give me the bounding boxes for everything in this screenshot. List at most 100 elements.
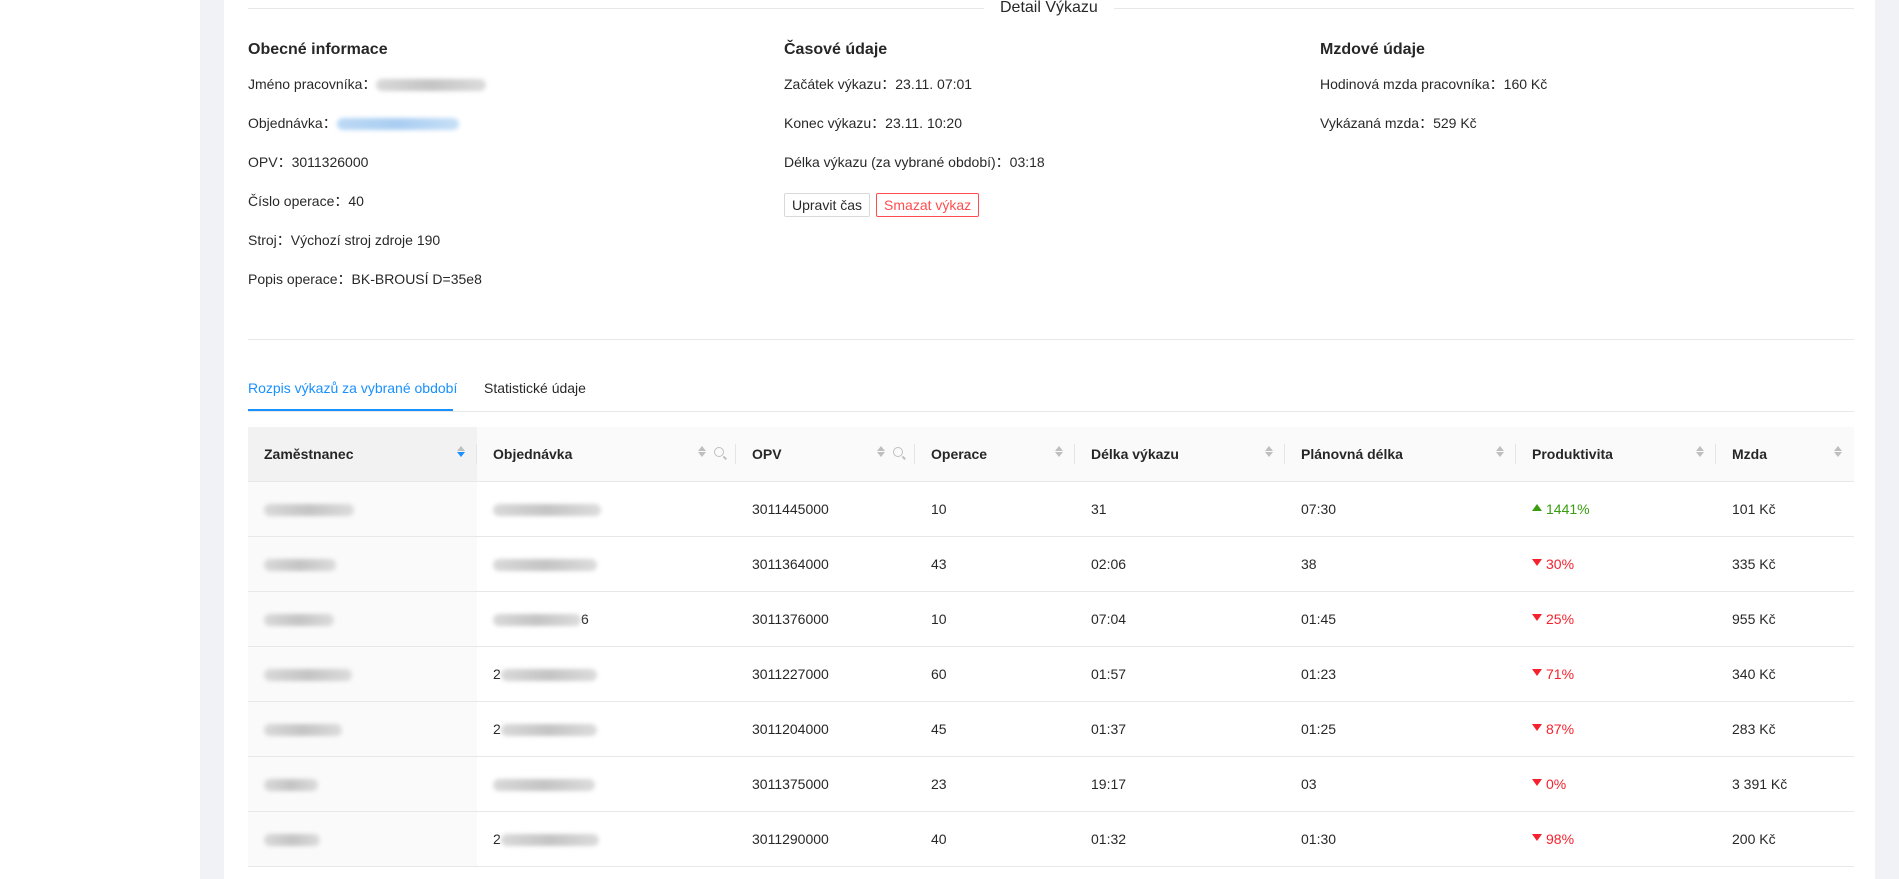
report-duration-field: Délka výkazu (za vybrané období)：03:18 (784, 152, 1320, 191)
operation-value: 43 (931, 555, 947, 572)
wage-value: 3 391 Kč (1732, 775, 1788, 792)
duration-value: 01:37 (1091, 720, 1127, 737)
sort-icon[interactable] (1265, 446, 1273, 457)
operation-description-label: Popis operace： (248, 271, 352, 287)
productivity-indicator: 87% (1532, 721, 1574, 737)
time-actions: Upravit čas Smazat výkaz (784, 193, 1320, 217)
column-label: Zaměstnanec (264, 445, 354, 462)
right-gutter (1875, 0, 1899, 879)
wage-value: 283 Kč (1732, 720, 1776, 737)
column-header-order[interactable]: Objednávka (477, 427, 736, 482)
general-info-heading: Obecné informace (248, 41, 388, 58)
edit-time-button[interactable]: Upravit čas (784, 193, 871, 217)
order-field: Objednávka： (248, 113, 784, 152)
table-row[interactable]: 6 3011376000 10 07:04 01:45 25% 955 Kč (248, 591, 1854, 647)
wage-value: 955 Kč (1732, 610, 1776, 627)
detail-title: Detail Výkazu (984, 0, 1114, 17)
productivity-cell: 71% (1516, 646, 1716, 702)
reported-wage-field: Vykázaná mzda：529 Kč (1320, 113, 1856, 152)
employee-name-redacted (264, 778, 318, 791)
column-header-opv[interactable]: OPV (736, 427, 915, 482)
worker-name-label: Jméno pracovníka： (248, 76, 377, 92)
order-link-redacted[interactable] (336, 118, 459, 131)
column-label: Mzda (1732, 445, 1767, 462)
order-number-blur (493, 503, 601, 516)
table-row[interactable]: 3011375000 23 19:17 03 0% 3 391 Kč (248, 756, 1854, 812)
column-header-productivity[interactable]: Produktivita (1516, 427, 1716, 482)
order-cell: 2 (477, 646, 736, 702)
table-row[interactable]: 2 3011204000 45 01:37 01:25 87% 283 Kč (248, 701, 1854, 757)
sort-icon[interactable] (1496, 446, 1504, 457)
productivity-value: 1441% (1546, 500, 1590, 517)
search-icon[interactable] (893, 446, 903, 457)
delete-report-button[interactable]: Smazat výkaz (876, 193, 980, 217)
column-header-employee[interactable]: Zaměstnanec (248, 427, 477, 482)
column-header-planned-duration[interactable]: Plánovná délka (1285, 427, 1516, 482)
caret-down-icon (1532, 724, 1542, 732)
caret-down-icon (1532, 669, 1542, 677)
operation-value: 10 (931, 610, 947, 627)
duration-cell: 01:32 (1075, 811, 1285, 867)
operation-cell: 60 (915, 646, 1075, 702)
planned-duration-cell: 38 (1285, 536, 1516, 592)
column-header-duration[interactable]: Délka výkazu (1075, 427, 1285, 482)
sort-icon[interactable] (1055, 446, 1063, 457)
sort-icon[interactable] (877, 446, 885, 457)
column-header-operation[interactable]: Operace (915, 427, 1075, 482)
time-info-section: Časové údaje Začátek výkazu：23.11. 07:01… (784, 38, 1320, 217)
worker-name-redacted (376, 79, 487, 92)
order-number-blur (500, 668, 597, 681)
productivity-cell: 30% (1516, 536, 1716, 592)
search-icon[interactable] (714, 446, 724, 457)
table-row[interactable]: 3011364000 43 02:06 38 30% 335 Kč (248, 536, 1854, 592)
operation-description-value: BK-BROUSÍ D=35e8 (351, 271, 482, 287)
report-duration-value: 03:18 (1009, 154, 1045, 170)
sort-icon[interactable] (698, 446, 706, 457)
column-header-wage[interactable]: Mzda (1716, 427, 1854, 482)
operation-value: 40 (931, 830, 947, 847)
productivity-cell: 98% (1516, 811, 1716, 867)
order-number-redacted (493, 776, 595, 792)
machine-value: Výchozí stroj zdroje 190 (290, 232, 441, 248)
table-row[interactable]: 2 3011227000 60 01:57 01:23 71% 340 Kč (248, 646, 1854, 702)
operation-cell: 23 (915, 756, 1075, 812)
employee-name-redacted (264, 723, 342, 736)
duration-cell: 31 (1075, 481, 1285, 537)
wage-info-heading: Mzdové údaje (1320, 41, 1425, 58)
order-number-visible-part: 2 (493, 720, 501, 737)
order-cell (477, 756, 736, 812)
sort-icon[interactable] (1696, 446, 1704, 457)
opv-field: OPV：3011326000 (248, 152, 784, 191)
duration-cell: 07:04 (1075, 591, 1285, 647)
productivity-indicator: 25% (1532, 611, 1574, 627)
opv-value: 3011375000 (752, 775, 829, 792)
duration-value: 01:32 (1091, 830, 1127, 847)
report-start-field: Začátek výkazu：23.11. 07:01 (784, 74, 1320, 113)
order-number-visible-part: 2 (493, 665, 501, 682)
order-cell (477, 536, 736, 592)
reports-table: Zaměstnanec Objednávka OPV Operace Délka… (248, 427, 1854, 867)
sort-icon[interactable] (457, 446, 465, 457)
productivity-cell: 25% (1516, 591, 1716, 647)
sort-icon[interactable] (1834, 446, 1842, 457)
order-number-redacted: 2 (493, 831, 599, 847)
operation-number-label: Číslo operace： (248, 193, 349, 209)
planned-duration-cell: 01:25 (1285, 701, 1516, 757)
hourly-wage-label: Hodinová mzda pracovníka： (1320, 76, 1504, 92)
caret-down-icon (1532, 834, 1542, 842)
wage-value: 101 Kč (1732, 500, 1776, 517)
operation-cell: 10 (915, 591, 1075, 647)
wage-cell: 200 Kč (1716, 811, 1854, 867)
order-cell: 2 (477, 811, 736, 867)
productivity-value: 98% (1546, 830, 1575, 847)
table-row[interactable]: 2 3011290000 40 01:32 01:30 98% 200 Kč (248, 811, 1854, 867)
tab-report-breakdown[interactable]: Rozpis výkazů za vybrané období (248, 378, 457, 398)
tab-statistics[interactable]: Statistické údaje (484, 378, 586, 398)
table-row[interactable]: 3011445000 10 31 07:30 1441% 101 Kč (248, 481, 1854, 537)
report-end-value: 23.11. 10:20 (885, 115, 962, 131)
order-number-redacted: 6 (493, 611, 589, 627)
planned-duration-value: 01:30 (1301, 830, 1337, 847)
planned-duration-cell: 01:30 (1285, 811, 1516, 867)
table-body: 3011445000 10 31 07:30 1441% 101 Kč 3011364000… (248, 481, 1854, 867)
opv-value: 3011290000 (752, 830, 829, 847)
